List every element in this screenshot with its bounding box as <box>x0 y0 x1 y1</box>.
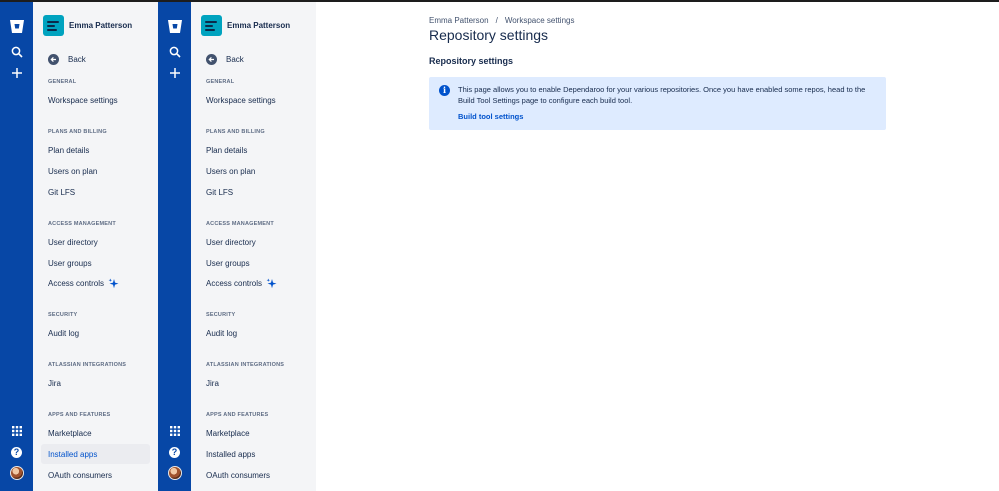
sidebar-item-oauth-consumers[interactable]: OAuth consumers <box>48 471 112 480</box>
sparkle-icon <box>108 278 119 289</box>
sidebar-item-jira[interactable]: Jira <box>206 379 219 388</box>
global-nav-rail: ? <box>0 2 33 491</box>
page-title: Repository settings <box>429 27 549 43</box>
global-nav-rail-secondary: ? <box>158 2 191 491</box>
sidebar-item-plan-details[interactable]: Plan details <box>48 146 89 155</box>
app-switcher-icon[interactable] <box>0 422 33 440</box>
section-access-management: ACCESS MANAGEMENT <box>206 221 274 227</box>
sidebar-item-users-on-plan[interactable]: Users on plan <box>48 167 97 176</box>
sidebar-item-oauth-consumers[interactable]: OAuth consumers <box>206 471 270 480</box>
sidebar-item-users-on-plan[interactable]: Users on plan <box>206 167 255 176</box>
section-apps-and-features: APPS AND FEATURES <box>48 412 111 418</box>
section-general: GENERAL <box>206 79 235 85</box>
workspace-name: Emma Patterson <box>227 20 291 30</box>
sidebar-item-user-directory[interactable]: User directory <box>48 238 98 247</box>
help-icon[interactable]: ? <box>0 443 33 461</box>
sidebar-item-plan-details[interactable]: Plan details <box>206 146 247 155</box>
help-icon[interactable]: ? <box>158 443 191 461</box>
sidebar-item-access-controls[interactable]: Access controls <box>48 278 119 289</box>
bitbucket-logo-icon[interactable] <box>0 16 33 36</box>
back-label: Back <box>226 54 244 64</box>
app-switcher-icon[interactable] <box>158 422 191 440</box>
info-icon: i <box>439 85 450 96</box>
sidebar-item-jira[interactable]: Jira <box>48 379 61 388</box>
sidebar-item-marketplace[interactable]: Marketplace <box>48 429 92 438</box>
section-atlassian-integrations: ATLASSIAN INTEGRATIONS <box>206 362 285 368</box>
sidebar-item-user-directory[interactable]: User directory <box>206 238 256 247</box>
settings-sidebar: Emma Patterson Back GENERAL Workspace se… <box>33 2 158 491</box>
sidebar-item-user-groups[interactable]: User groups <box>48 259 92 268</box>
info-message: i This page allows you to enable Dependa… <box>429 77 886 130</box>
breadcrumb-separator: / <box>495 16 498 25</box>
section-security: SECURITY <box>48 312 78 318</box>
plus-icon[interactable] <box>158 64 191 82</box>
workspace-avatar <box>43 14 64 36</box>
sidebar-item-audit-log[interactable]: Audit log <box>48 329 79 338</box>
section-plans-and-billing: PLANS AND BILLING <box>48 129 107 135</box>
workspace-avatar <box>201 14 222 36</box>
back-arrow-icon <box>48 53 59 65</box>
profile-avatar[interactable] <box>0 464 33 482</box>
sidebar-item-installed-apps[interactable]: Installed apps <box>41 444 150 464</box>
section-security: SECURITY <box>206 312 236 318</box>
bitbucket-logo-icon[interactable] <box>158 16 191 36</box>
breadcrumb-workspace-settings[interactable]: Workspace settings <box>505 16 575 25</box>
section-plans-and-billing: PLANS AND BILLING <box>206 129 265 135</box>
sidebar-item-marketplace[interactable]: Marketplace <box>206 429 250 438</box>
section-access-management: ACCESS MANAGEMENT <box>48 221 116 227</box>
section-general: GENERAL <box>48 79 77 85</box>
breadcrumb-workspace[interactable]: Emma Patterson <box>429 16 489 25</box>
back-label: Back <box>68 54 86 64</box>
info-message-text: This page allows you to enable Dependaro… <box>458 85 866 105</box>
back-button[interactable]: Back <box>206 52 244 66</box>
sidebar-item-installed-apps[interactable]: Installed apps <box>206 450 255 459</box>
sparkle-icon <box>266 278 277 289</box>
sidebar-item-access-controls[interactable]: Access controls <box>206 278 277 289</box>
sidebar-item-workspace-settings[interactable]: Workspace settings <box>206 96 276 105</box>
plus-icon[interactable] <box>0 64 33 82</box>
workspace-header[interactable]: Emma Patterson <box>201 14 290 36</box>
search-icon[interactable] <box>0 43 33 61</box>
profile-avatar[interactable] <box>158 464 191 482</box>
sidebar-item-label: Access controls <box>206 279 263 288</box>
sidebar-item-label: Access controls <box>48 279 105 288</box>
section-atlassian-integrations: ATLASSIAN INTEGRATIONS <box>48 362 127 368</box>
back-arrow-icon <box>206 53 217 65</box>
sidebar-item-audit-log[interactable]: Audit log <box>206 329 237 338</box>
search-icon[interactable] <box>158 43 191 61</box>
workspace-header[interactable]: Emma Patterson <box>43 14 132 36</box>
sidebar-item-user-groups[interactable]: User groups <box>206 259 250 268</box>
settings-sidebar-secondary: Emma Patterson Back GENERAL Workspace se… <box>191 2 316 491</box>
build-tool-settings-link[interactable]: Build tool settings <box>458 112 523 121</box>
section-title: Repository settings <box>429 56 514 66</box>
back-button[interactable]: Back <box>48 52 86 66</box>
workspace-name: Emma Patterson <box>69 20 133 30</box>
sidebar-item-git-lfs[interactable]: Git LFS <box>206 188 233 197</box>
section-apps-and-features: APPS AND FEATURES <box>206 412 269 418</box>
sidebar-item-git-lfs[interactable]: Git LFS <box>48 188 75 197</box>
sidebar-item-workspace-settings[interactable]: Workspace settings <box>48 96 118 105</box>
breadcrumb: Emma Patterson / Workspace settings <box>429 16 574 25</box>
